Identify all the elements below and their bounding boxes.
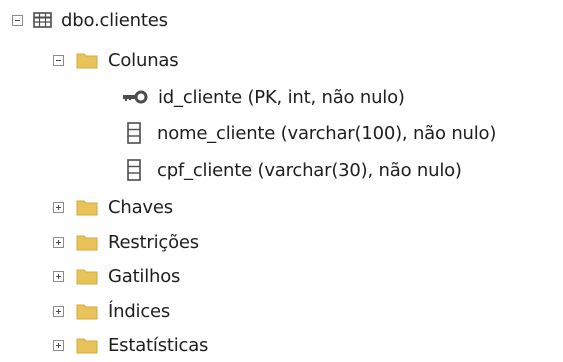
column-icon [127, 159, 141, 181]
folder-label: Estatísticas [108, 334, 209, 356]
folder-label: Gatilhos [108, 265, 181, 287]
folder-icon [76, 200, 98, 216]
column-label: nome_cliente (varchar(100), não nulo) [157, 122, 497, 144]
primary-key-icon [123, 90, 148, 104]
tree-node-statistics-folder[interactable]: Estatísticas [53, 328, 208, 362]
expand-toggle-icon[interactable] [53, 270, 64, 282]
tree-node-triggers-folder[interactable]: Gatilhos [53, 259, 180, 293]
expand-toggle-icon[interactable] [53, 236, 64, 248]
expand-toggle-icon[interactable] [53, 305, 64, 317]
folder-label: Chaves [108, 196, 173, 218]
tree-node-constraints-folder[interactable]: Restrições [53, 225, 199, 259]
tree-node-indexes-folder[interactable]: Índices [53, 294, 170, 328]
expand-toggle-icon[interactable] [53, 339, 64, 351]
table-node-label: dbo.clientes [61, 9, 168, 31]
tree-node-column[interactable]: id_cliente (PK, int, não nulo) [122, 80, 405, 114]
columns-folder-label: Colunas [108, 49, 179, 71]
expand-toggle-icon[interactable] [53, 201, 64, 213]
table-icon [33, 12, 52, 28]
collapse-toggle-icon[interactable] [12, 14, 23, 26]
collapse-toggle-icon[interactable] [53, 54, 64, 66]
folder-icon [76, 53, 98, 69]
folder-icon [76, 304, 98, 320]
tree-node-columns-folder[interactable]: Colunas [53, 43, 179, 77]
object-explorer-tree: dbo.clientes Colunas id_cliente (PK, int… [0, 0, 563, 361]
folder-icon [76, 338, 98, 354]
column-label: id_cliente (PK, int, não nulo) [158, 86, 405, 108]
folder-icon [76, 235, 98, 251]
column-icon [127, 122, 141, 144]
tree-node-keys-folder[interactable]: Chaves [53, 190, 173, 224]
tree-node-table[interactable]: dbo.clientes [12, 3, 168, 37]
folder-label: Restrições [108, 231, 199, 253]
column-label: cpf_cliente (varchar(30), não nulo) [157, 159, 462, 181]
tree-node-column[interactable]: nome_cliente (varchar(100), não nulo) [127, 116, 496, 150]
folder-label: Índices [108, 300, 171, 322]
tree-node-column[interactable]: cpf_cliente (varchar(30), não nulo) [127, 153, 462, 187]
folder-icon [76, 269, 98, 285]
